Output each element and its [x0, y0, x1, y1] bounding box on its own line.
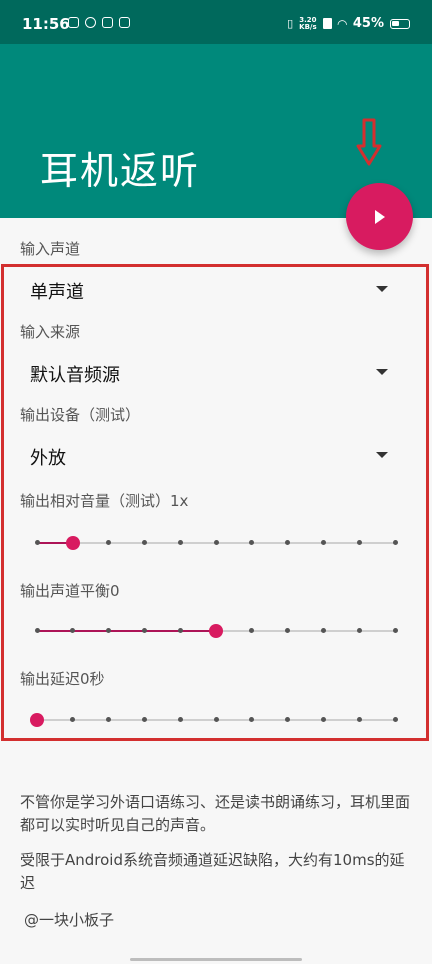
- slider-tick: [392, 628, 398, 633]
- slider-tick: [141, 717, 147, 722]
- notification-icon: [85, 17, 96, 28]
- arrow-down-icon: [356, 118, 382, 166]
- slider-thumb[interactable]: [209, 624, 223, 638]
- notification-icon: [68, 17, 79, 28]
- slider-tick: [34, 628, 40, 633]
- slider-tick: [249, 628, 255, 633]
- net-speed-unit: KB/s: [299, 22, 317, 31]
- slider-tick: [213, 540, 219, 545]
- status-bar: 11:56 ▯ 3.20 KB/s ◠ 45%: [0, 0, 432, 44]
- input-channel-dropdown[interactable]: 单声道: [30, 274, 400, 304]
- page-title: 耳机返听: [40, 149, 201, 193]
- status-right: ▯ 3.20 KB/s ◠ 45%: [287, 16, 410, 31]
- tiktok-icon: [102, 17, 113, 28]
- input-source-value: 默认音频源: [30, 365, 120, 386]
- caret-down-icon: [376, 452, 388, 458]
- slider-tick: [285, 717, 291, 722]
- slider-fill: [37, 630, 216, 632]
- slider-tick: [213, 717, 219, 722]
- output-delay-slider[interactable]: [30, 710, 398, 730]
- slider-tick: [285, 628, 291, 633]
- slider-tick: [177, 540, 183, 545]
- gesture-bar[interactable]: [130, 958, 302, 961]
- slider-tick: [34, 540, 40, 545]
- slider-tick: [106, 540, 112, 545]
- slider-tick: [249, 540, 255, 545]
- slider-tick: [177, 717, 183, 722]
- play-button[interactable]: [346, 183, 413, 250]
- output-device-label: 输出设备（测试）: [20, 406, 141, 424]
- output-delay-label: 输出延迟0秒: [20, 670, 105, 688]
- sim-off-icon: [322, 18, 332, 29]
- slider-tick: [141, 628, 147, 633]
- battery-icon: [390, 18, 410, 29]
- output-device-dropdown[interactable]: 外放: [30, 440, 400, 470]
- caret-down-icon: [376, 286, 388, 292]
- relative-volume-slider[interactable]: [34, 533, 398, 553]
- slider-tick: [141, 540, 147, 545]
- slider-tick: [177, 628, 183, 633]
- author-credit: @一块小板子: [24, 911, 115, 929]
- status-time: 11:56: [22, 15, 70, 33]
- slider-tick: [70, 717, 76, 722]
- input-source-label: 输入来源: [20, 323, 81, 341]
- slider-tick: [392, 717, 398, 722]
- slider-tick: [70, 628, 76, 633]
- slider-tick: [356, 717, 362, 722]
- channel-balance-slider[interactable]: [34, 621, 398, 641]
- input-source-dropdown[interactable]: 默认音频源: [30, 357, 400, 387]
- vibrate-icon: ▯: [287, 17, 294, 30]
- channel-balance-label: 输出声道平衡0: [20, 582, 120, 600]
- slider-tick: [392, 540, 398, 545]
- battery-percent: 45%: [352, 16, 384, 31]
- slider-tick: [249, 717, 255, 722]
- play-icon: [375, 210, 385, 224]
- relative-volume-label: 输出相对音量（测试）1x: [20, 492, 189, 510]
- caret-down-icon: [376, 369, 388, 375]
- slider-tick: [106, 628, 112, 633]
- slider-tick: [320, 717, 326, 722]
- input-channel-label: 输入声道: [20, 240, 81, 258]
- slider-tick: [356, 628, 362, 633]
- output-device-value: 外放: [30, 448, 66, 469]
- latency-note: 受限于Android系统音频通道延迟缺陷，大约有10ms的延迟: [20, 851, 405, 892]
- app-notification-icon: [119, 17, 130, 28]
- notification-icons: [68, 17, 130, 28]
- net-speed: 3.20 KB/s: [299, 16, 317, 31]
- description-text: 不管你是学习外语口语练习、还是读书朗诵练习，耳机里面都可以实时听见自己的声音。: [20, 793, 411, 834]
- wifi-icon: ◠: [337, 16, 347, 31]
- slider-tick: [320, 628, 326, 633]
- slider-tick: [106, 717, 112, 722]
- slider-tick: [285, 540, 291, 545]
- slider-tick: [320, 540, 326, 545]
- slider-thumb[interactable]: [30, 713, 44, 727]
- slider-thumb[interactable]: [65, 536, 80, 550]
- input-channel-value: 单声道: [30, 282, 84, 303]
- slider-tick: [356, 540, 362, 545]
